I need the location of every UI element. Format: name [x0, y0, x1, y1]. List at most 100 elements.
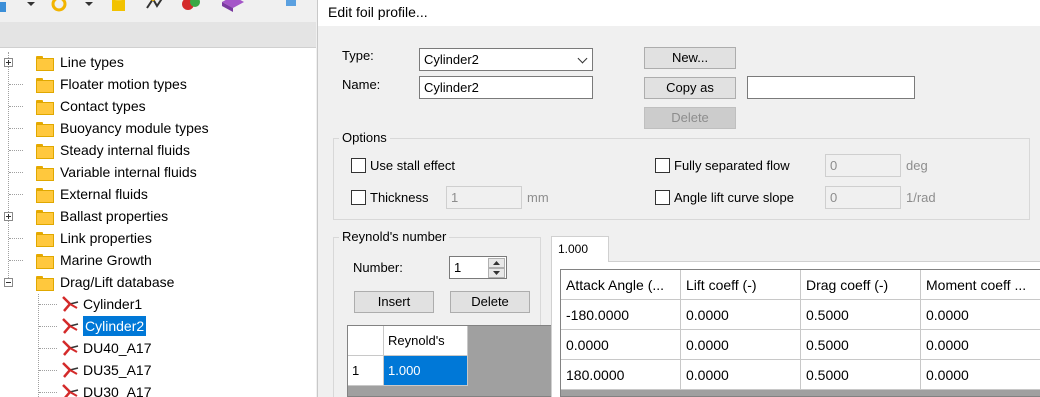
options-group-title: Options	[339, 130, 390, 146]
foil-profile-icon	[60, 295, 80, 313]
tree-connector	[9, 238, 23, 239]
column-header[interactable]: Lift coeff (-)	[681, 270, 801, 300]
tree-item[interactable]: Variable internal fluids	[0, 161, 316, 183]
copy-as-button[interactable]: Copy as	[644, 77, 736, 99]
fully-separated-flow-checkbox[interactable]	[655, 158, 670, 173]
reynolds-delete-button[interactable]: Delete	[450, 291, 530, 313]
table-cell[interactable]: 0.5000	[801, 330, 921, 360]
tree-child-item[interactable]: Cylinder1	[0, 293, 316, 315]
table-cell[interactable]: -180.0000	[561, 300, 681, 330]
tree-item[interactable]: External fluids	[0, 183, 316, 205]
table-cell[interactable]: 0.0000	[921, 330, 1040, 360]
use-stall-effect-checkbox[interactable]	[351, 158, 366, 173]
table-cell[interactable]: 0.0000	[681, 360, 801, 390]
toolbar	[0, 0, 316, 22]
tree-connector	[39, 304, 57, 305]
cube-icon[interactable]	[284, 0, 306, 16]
column-header[interactable]: Moment coeff ...	[921, 270, 1040, 300]
tree-connector	[39, 370, 57, 371]
folder-icon	[36, 232, 54, 247]
table-cell[interactable]: 0.5000	[801, 300, 921, 330]
tree-item[interactable]: Link properties	[0, 227, 316, 249]
tree-child-item[interactable]: DU30_A17	[0, 381, 316, 397]
expand-icon[interactable]	[4, 58, 13, 67]
fully-separated-flow-input[interactable]: 0	[825, 154, 901, 177]
tree-connector	[9, 194, 23, 195]
tree-connector	[39, 392, 57, 393]
tree-item[interactable]: Drag/Lift database	[0, 271, 316, 293]
project-tree-panel: Line types Floater motion types Contact ty…	[0, 0, 316, 397]
type-dropdown[interactable]: Cylinder2	[419, 48, 593, 71]
tree-item-label: Steady internal fluids	[60, 142, 190, 158]
folder-icon	[36, 166, 54, 181]
tree-header	[0, 22, 316, 48]
expand-icon[interactable]	[4, 212, 13, 221]
spinner-down-icon[interactable]	[488, 268, 505, 278]
cylinder-icon[interactable]	[108, 0, 130, 16]
tree-connector	[9, 84, 23, 85]
foil-profile-icon	[60, 317, 80, 335]
angle-lift-curve-slope-checkbox[interactable]	[655, 190, 670, 205]
folder-icon	[36, 56, 54, 71]
row-header[interactable]: 1	[348, 356, 384, 386]
tree-item[interactable]: Marine Growth	[0, 249, 316, 271]
tree-item[interactable]: Line types	[0, 51, 316, 73]
dropdown-arrow-icon[interactable]	[84, 0, 106, 16]
new-button[interactable]: New...	[644, 47, 736, 69]
tree-connector	[9, 172, 23, 173]
fully-separated-flow-unit: deg	[906, 158, 928, 173]
column-header[interactable]: Drag coeff (-)	[801, 270, 921, 300]
tree-item-label: Link properties	[60, 230, 152, 246]
delete-button[interactable]: Delete	[644, 107, 736, 129]
copy-as-name-input[interactable]	[747, 76, 915, 99]
folder-icon	[36, 254, 54, 269]
dialog-title: Edit foil profile...	[318, 0, 1040, 26]
link-icon[interactable]	[144, 0, 166, 16]
tree-item[interactable]: Floater motion types	[0, 73, 316, 95]
reynolds-number-value: 1	[454, 260, 462, 275]
angle-lift-curve-slope-input[interactable]: 0	[825, 186, 901, 209]
tree-connector	[9, 128, 23, 129]
chevron-down-icon	[577, 53, 588, 64]
tree-child-item[interactable]: DU40_A17	[0, 337, 316, 359]
thickness-checkbox[interactable]	[351, 190, 366, 205]
table-cell[interactable]: 0.0000	[921, 300, 1040, 330]
spinner-up-icon[interactable]	[488, 258, 505, 268]
tree-child-item[interactable]: DU35_A17	[0, 359, 316, 381]
tree-item-label: External fluids	[60, 186, 148, 202]
collapse-icon[interactable]	[4, 278, 13, 287]
reynolds-number-label: Number:	[353, 260, 403, 275]
table-cell[interactable]: 0.0000	[681, 330, 801, 360]
tab-reynolds-1[interactable]: 1.000	[551, 236, 609, 262]
table-cell[interactable]: 0.0000	[561, 330, 681, 360]
table-cell[interactable]: 0.5000	[801, 360, 921, 390]
coefficient-table[interactable]: Attack Angle (... Lift coeff (-) Drag coef…	[560, 269, 1040, 397]
tree-child-item[interactable]: Cylinder2	[0, 315, 316, 337]
tree-item[interactable]: Ballast properties	[0, 205, 316, 227]
reynolds-column-header[interactable]: Reynold's	[384, 326, 468, 356]
dropdown-arrow-icon[interactable]	[26, 0, 48, 16]
shape-icon[interactable]	[220, 0, 244, 16]
folder-icon	[36, 210, 54, 225]
table-cell[interactable]: 180.0000	[561, 360, 681, 390]
tree-child-label: DU30_A17	[83, 384, 152, 397]
table-cell[interactable]: 0.0000	[921, 360, 1040, 390]
column-header[interactable]: Attack Angle (...	[561, 270, 681, 300]
type-dropdown-value: Cylinder2	[424, 52, 479, 67]
toolbar-tool-icon[interactable]	[0, 0, 14, 16]
tree-item[interactable]: Steady internal fluids	[0, 139, 316, 161]
tree-item-label: Line types	[60, 54, 124, 70]
table-cell[interactable]: 0.0000	[681, 300, 801, 330]
folder-icon	[36, 100, 54, 115]
ring-icon[interactable]	[48, 0, 70, 16]
tree-item[interactable]: Contact types	[0, 95, 316, 117]
tree-item[interactable]: Buoyancy module types	[0, 117, 316, 139]
winch-icon[interactable]	[180, 0, 202, 16]
insert-button[interactable]: Insert	[354, 291, 434, 313]
type-label: Type:	[342, 48, 374, 63]
reynolds-number-spinner[interactable]: 1	[449, 256, 507, 279]
name-input[interactable]: Cylinder2	[419, 76, 593, 99]
foil-profile-icon	[60, 339, 80, 357]
thickness-input[interactable]: 1	[446, 186, 522, 209]
reynolds-cell-selected[interactable]: 1.000	[384, 356, 468, 386]
